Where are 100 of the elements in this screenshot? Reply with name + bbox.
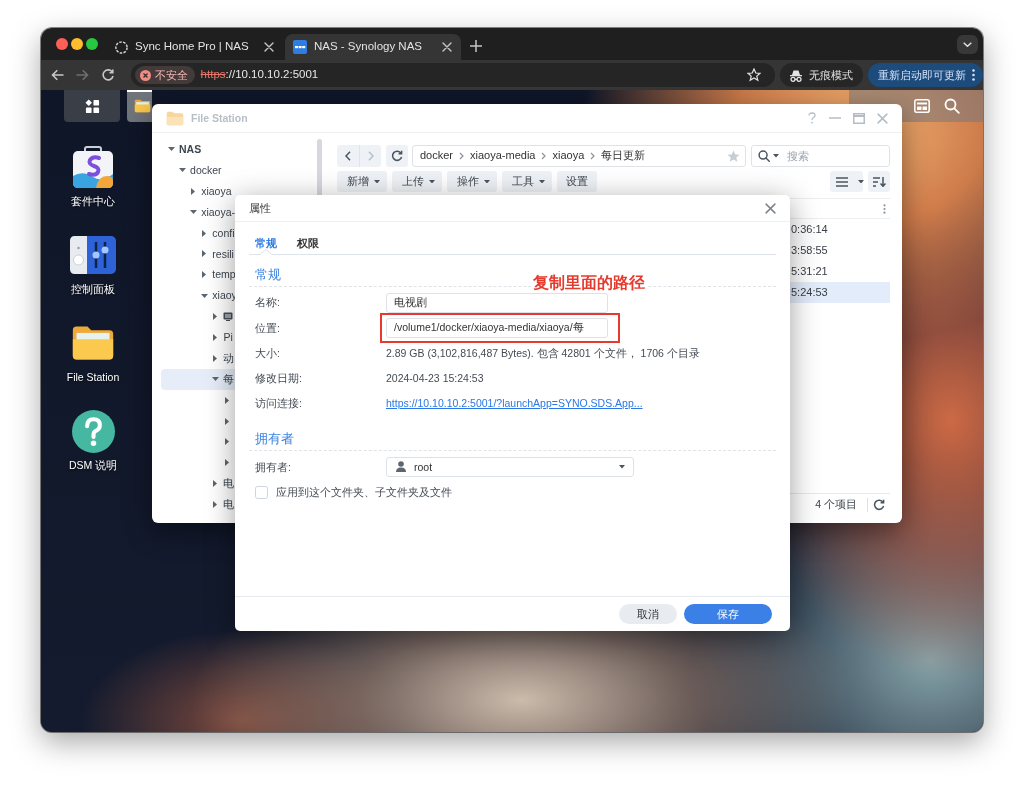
caret-down-icon[interactable] [484, 179, 490, 184]
close-window-icon[interactable] [56, 38, 68, 50]
desktop-shortcut[interactable]: 套件中心 [53, 145, 133, 233]
caret-down-icon[interactable] [858, 179, 864, 184]
caret-right-icon[interactable] [213, 501, 218, 509]
caret-right-icon[interactable] [202, 250, 207, 258]
file-row[interactable]: 3:58:55 [790, 240, 890, 261]
breadcrumb[interactable]: 每日更新 [601, 149, 646, 163]
caret-down-icon[interactable] [773, 154, 779, 158]
tree-item[interactable]: NAS [167, 139, 202, 160]
widgets-icon[interactable] [914, 99, 930, 113]
time-cell: 0:36:14 [791, 222, 828, 237]
toolbar-button[interactable]: 新增 [337, 171, 387, 192]
save-button[interactable]: 保存 [684, 604, 772, 624]
caret-right-icon[interactable] [213, 354, 218, 362]
close-icon[interactable] [264, 42, 274, 52]
url-text[interactable]: https://10.10.10.2:5001 [200, 68, 319, 82]
caret-down-icon[interactable] [374, 179, 380, 184]
more-vertical-icon[interactable] [972, 69, 975, 81]
breadcrumb[interactable]: xiaoya-media [470, 149, 536, 163]
caret-down-icon[interactable] [189, 210, 197, 215]
caret-right-icon[interactable] [213, 313, 218, 321]
incognito-button[interactable]: 无痕模式 [780, 63, 863, 87]
refresh-button[interactable] [386, 145, 408, 167]
toolbar-button[interactable]: 操作 [447, 171, 497, 192]
desktop-shortcut[interactable]: File Station [53, 321, 133, 409]
caret-down-icon[interactable] [167, 147, 175, 152]
caret-down-icon[interactable] [200, 293, 208, 298]
cancel-button[interactable]: 取消 [619, 604, 677, 624]
caret-down-icon[interactable] [619, 465, 625, 469]
caret-right-icon[interactable] [202, 271, 207, 279]
checkbox-label[interactable]: 应用到这个文件夹、子文件夹及文件 [276, 485, 452, 499]
tree-item[interactable]: temp [200, 264, 236, 286]
back-button[interactable] [337, 145, 359, 167]
caret-down-icon[interactable] [178, 168, 186, 173]
breadcrumb[interactable]: docker [420, 149, 454, 163]
browser-tab[interactable]: NAS - Synology NAS [285, 34, 461, 60]
bookmark-star-icon[interactable] [747, 68, 761, 82]
tree-item[interactable]: xiaoya- [189, 201, 236, 223]
caret-right-icon[interactable] [224, 417, 229, 425]
minimize-window-icon[interactable] [71, 38, 83, 50]
caret-down-icon[interactable] [429, 179, 435, 184]
dialog-tab[interactable]: 常规 [249, 233, 283, 255]
dialog-tab[interactable]: 权限 [291, 233, 325, 255]
column-menu-icon[interactable] [883, 203, 886, 214]
monitor-icon [223, 311, 234, 322]
file-row[interactable]: 5:24:53 [790, 282, 890, 303]
tree-item[interactable]: xiaoya [189, 180, 232, 202]
toolbar-button[interactable]: 工具 [502, 171, 552, 192]
search-icon[interactable] [758, 150, 770, 162]
caret-right-icon[interactable] [224, 459, 229, 467]
new-tab-plus-icon[interactable] [470, 40, 482, 52]
sort-button[interactable] [868, 171, 890, 192]
text-field[interactable]: 电视剧 [386, 292, 608, 313]
desktop-shortcut[interactable]: 控制面板 [53, 233, 133, 321]
checkbox[interactable] [255, 485, 268, 499]
file-row[interactable]: 5:31:21 [790, 261, 890, 282]
caret-down-icon[interactable] [211, 377, 219, 382]
toolbar-button[interactable]: 上传 [392, 171, 442, 192]
text-field[interactable]: /volume1/docker/xiaoya-media/xiaoya/每 [386, 317, 608, 338]
desktop-shortcut[interactable]: DSM 说明 [53, 409, 133, 497]
path-bar[interactable]: docker xiaoya-media xiaoya 每日更新 [412, 145, 746, 167]
breadcrumb[interactable]: xiaoya [552, 149, 585, 163]
list-icon [836, 176, 848, 187]
tree-item[interactable]: 电 [211, 494, 235, 516]
file-row[interactable]: 0:36:14 [790, 219, 890, 240]
caret-right-icon[interactable] [224, 438, 229, 446]
tab-search-button[interactable] [957, 34, 978, 54]
search-icon[interactable] [944, 98, 960, 114]
site-logo-icon [293, 40, 307, 54]
search-input[interactable]: 搜索 [782, 147, 882, 165]
owner-dropdown[interactable]: root [386, 456, 634, 477]
favorite-star-icon[interactable] [727, 149, 740, 163]
caret-right-icon[interactable] [191, 187, 196, 195]
tree-item[interactable]: confi [200, 222, 235, 244]
security-chip[interactable]: 不安全 [134, 66, 195, 84]
tree-item[interactable]: resili [200, 243, 234, 265]
tree-item[interactable]: docker [178, 159, 222, 181]
tree-item[interactable]: 电 [211, 473, 235, 495]
toolbar-button[interactable]: 设置 [557, 171, 597, 192]
caret-down-icon[interactable] [539, 179, 545, 184]
tree-item[interactable]: 动 [211, 347, 235, 369]
caret-right-icon[interactable] [202, 229, 207, 237]
caret-right-icon[interactable] [224, 396, 229, 404]
access-link[interactable]: https://10.10.10.2:5001/?launchApp=SYNO.SDS.App... [386, 397, 643, 410]
caret-right-icon[interactable] [213, 480, 218, 488]
search-field[interactable]: 搜索 [751, 145, 890, 167]
close-icon[interactable] [442, 42, 452, 52]
caret-right-icon[interactable] [213, 333, 218, 341]
update-button[interactable]: 重新启动即可更新 [868, 63, 983, 87]
item-count: 4 个项目 [815, 498, 857, 511]
view-mode-button[interactable] [830, 171, 863, 192]
main-menu-button[interactable] [64, 90, 120, 122]
tree-item[interactable]: Pi [211, 327, 233, 348]
browser-tab[interactable]: Sync Home Pro | NAS [107, 34, 283, 60]
taskbar-app-button[interactable] [127, 90, 152, 122]
tree-item[interactable]: 每 [161, 368, 235, 390]
address-bar[interactable]: 不安全 https://10.10.10.2:5001 [130, 63, 775, 87]
zoom-window-icon[interactable] [86, 38, 98, 50]
error-circle-icon [139, 69, 151, 81]
